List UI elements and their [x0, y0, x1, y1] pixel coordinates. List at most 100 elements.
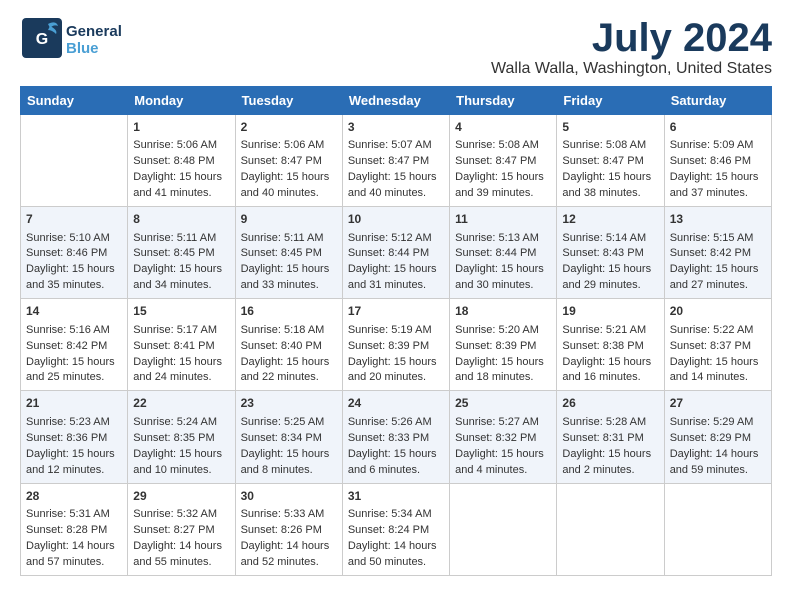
day-info: Sunset: 8:42 PM [26, 339, 122, 355]
calendar-cell: 31Sunrise: 5:34 AMSunset: 8:24 PMDayligh… [342, 483, 449, 575]
logo-blue: Blue [66, 41, 122, 58]
day-number: 24 [348, 395, 444, 412]
calendar-cell: 6Sunrise: 5:09 AMSunset: 8:46 PMDaylight… [664, 115, 771, 207]
day-info: and 4 minutes. [455, 463, 551, 479]
day-number: 11 [455, 211, 551, 228]
day-number: 21 [26, 395, 122, 412]
day-info: Daylight: 15 hours [348, 262, 444, 278]
day-info: Daylight: 15 hours [562, 447, 658, 463]
calendar-cell: 8Sunrise: 5:11 AMSunset: 8:45 PMDaylight… [128, 207, 235, 299]
calendar-cell: 21Sunrise: 5:23 AMSunset: 8:36 PMDayligh… [21, 391, 128, 483]
day-info: and 24 minutes. [133, 370, 229, 386]
day-number: 18 [455, 303, 551, 320]
day-info: Sunrise: 5:07 AM [348, 138, 444, 154]
day-number: 1 [133, 119, 229, 136]
day-info: and 38 minutes. [562, 186, 658, 202]
day-number: 25 [455, 395, 551, 412]
day-info: Daylight: 15 hours [455, 447, 551, 463]
day-info: and 50 minutes. [348, 555, 444, 571]
calendar-cell: 14 Sunrise: 5:16 AMSunset: 8:42 PMDayligh… [21, 299, 128, 391]
day-info: Daylight: 15 hours [241, 447, 337, 463]
day-info: and 2 minutes. [562, 463, 658, 479]
calendar-cell: 10Sunrise: 5:12 AMSunset: 8:44 PMDayligh… [342, 207, 449, 299]
day-info: Sunrise: 5:29 AM [670, 415, 766, 431]
day-info: Sunset: 8:44 PM [455, 246, 551, 262]
day-info: Sunrise: 5:09 AM [670, 138, 766, 154]
day-number: 30 [241, 488, 337, 505]
day-info: Sunset: 8:45 PM [133, 246, 229, 262]
day-number: 27 [670, 395, 766, 412]
day-info: Sunrise: 5:13 AM [455, 231, 551, 247]
day-info: and 34 minutes. [133, 278, 229, 294]
calendar-cell: 16Sunrise: 5:18 AMSunset: 8:40 PMDayligh… [235, 299, 342, 391]
day-number: 12 [562, 211, 658, 228]
day-info: Sunset: 8:47 PM [562, 154, 658, 170]
day-info: and 55 minutes. [133, 555, 229, 571]
day-info: Sunrise: 5:12 AM [348, 231, 444, 247]
day-info: Sunset: 8:37 PM [670, 339, 766, 355]
day-info: and 40 minutes. [241, 186, 337, 202]
weekday-header-tuesday: Tuesday [235, 87, 342, 115]
day-info: and 39 minutes. [455, 186, 551, 202]
day-info: Sunset: 8:42 PM [670, 246, 766, 262]
day-info: Sunset: 8:44 PM [348, 246, 444, 262]
calendar-cell: 17Sunrise: 5:19 AMSunset: 8:39 PMDayligh… [342, 299, 449, 391]
day-info: Daylight: 14 hours [26, 539, 122, 555]
day-info: and 16 minutes. [562, 370, 658, 386]
calendar-week-1: 1Sunrise: 5:06 AMSunset: 8:48 PMDaylight… [21, 115, 772, 207]
calendar-cell: 3Sunrise: 5:07 AMSunset: 8:47 PMDaylight… [342, 115, 449, 207]
day-info: and 8 minutes. [241, 463, 337, 479]
day-info: Daylight: 15 hours [241, 262, 337, 278]
page-title: July 2024 [491, 16, 772, 60]
calendar-cell [450, 483, 557, 575]
calendar-cell: 19Sunrise: 5:21 AMSunset: 8:38 PMDayligh… [557, 299, 664, 391]
day-info: and 27 minutes. [670, 278, 766, 294]
day-info: Sunset: 8:31 PM [562, 431, 658, 447]
day-info: Daylight: 15 hours [562, 170, 658, 186]
day-number: 4 [455, 119, 551, 136]
day-info: Sunrise: 5:32 AM [133, 507, 229, 523]
calendar-cell: 26Sunrise: 5:28 AMSunset: 8:31 PMDayligh… [557, 391, 664, 483]
day-number: 14 [26, 303, 122, 320]
day-info: Daylight: 15 hours [26, 262, 122, 278]
day-info: Daylight: 14 hours [133, 539, 229, 555]
day-number: 29 [133, 488, 229, 505]
calendar-cell: 9Sunrise: 5:11 AMSunset: 8:45 PMDaylight… [235, 207, 342, 299]
day-info: Sunset: 8:45 PM [241, 246, 337, 262]
weekday-header-wednesday: Wednesday [342, 87, 449, 115]
page-header: G General Blue July 2024 Walla Walla, Wa… [20, 16, 772, 78]
day-info: Sunset: 8:38 PM [562, 339, 658, 355]
weekday-header-row: SundayMondayTuesdayWednesdayThursdayFrid… [21, 87, 772, 115]
day-info: Sunrise: 5:11 AM [241, 231, 337, 247]
calendar-cell: 18Sunrise: 5:20 AMSunset: 8:39 PMDayligh… [450, 299, 557, 391]
calendar-week-5: 28Sunrise: 5:31 AMSunset: 8:28 PMDayligh… [21, 483, 772, 575]
day-info: Sunset: 8:41 PM [133, 339, 229, 355]
day-number: 23 [241, 395, 337, 412]
day-info: Sunrise: 5:34 AM [348, 507, 444, 523]
calendar-cell: 15Sunrise: 5:17 AMSunset: 8:41 PMDayligh… [128, 299, 235, 391]
day-info: and 57 minutes. [26, 555, 122, 571]
day-info: Sunrise: 5:24 AM [133, 415, 229, 431]
day-info: Sunset: 8:47 PM [455, 154, 551, 170]
calendar-cell: 12Sunrise: 5:14 AMSunset: 8:43 PMDayligh… [557, 207, 664, 299]
day-info: Daylight: 15 hours [670, 170, 766, 186]
calendar-cell: 2Sunrise: 5:06 AMSunset: 8:47 PMDaylight… [235, 115, 342, 207]
day-number: 7 [26, 211, 122, 228]
logo-icon: G [20, 16, 64, 60]
day-info: and 35 minutes. [26, 278, 122, 294]
day-info: Daylight: 15 hours [133, 355, 229, 371]
day-info: and 40 minutes. [348, 186, 444, 202]
day-info: Sunrise: 5:16 AM [26, 323, 122, 339]
day-info: Sunrise: 5:10 AM [26, 231, 122, 247]
day-info: and 52 minutes. [241, 555, 337, 571]
day-info: Sunset: 8:35 PM [133, 431, 229, 447]
day-number: 6 [670, 119, 766, 136]
day-info: Sunset: 8:47 PM [241, 154, 337, 170]
day-info: Daylight: 15 hours [26, 355, 122, 371]
day-info: Sunrise: 5:25 AM [241, 415, 337, 431]
logo: G General Blue [20, 16, 122, 65]
weekday-header-saturday: Saturday [664, 87, 771, 115]
calendar-week-2: 7Sunrise: 5:10 AMSunset: 8:46 PMDaylight… [21, 207, 772, 299]
weekday-header-monday: Monday [128, 87, 235, 115]
day-info: Sunrise: 5:26 AM [348, 415, 444, 431]
